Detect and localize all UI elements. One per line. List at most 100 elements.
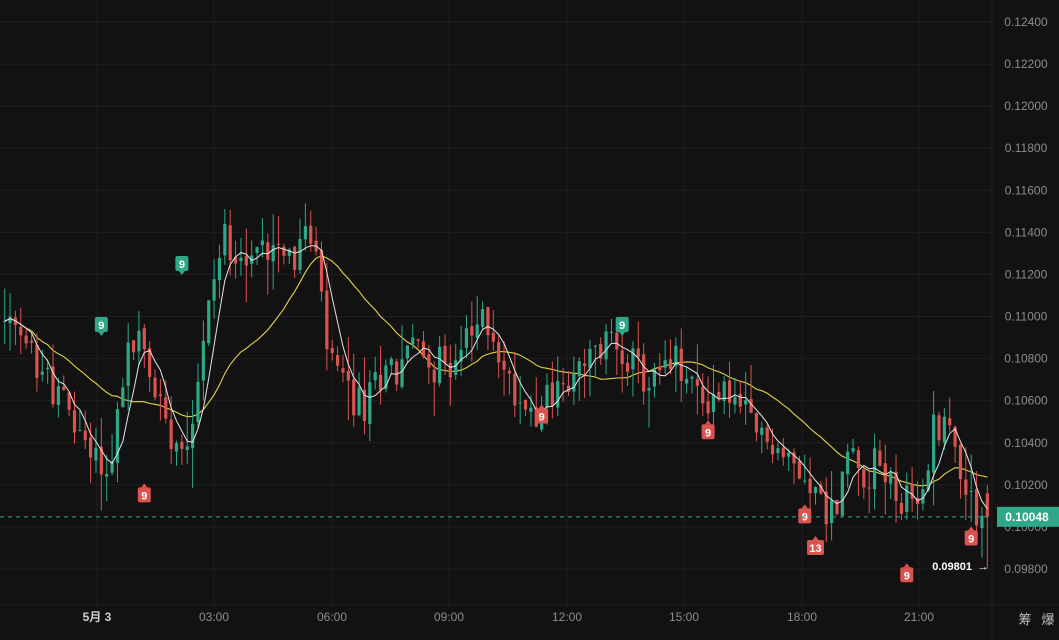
candle-body — [169, 419, 173, 450]
candle-body — [164, 397, 168, 419]
candle-body — [905, 485, 909, 512]
candle-body — [577, 361, 581, 377]
candle-body — [72, 410, 77, 433]
candle-body — [523, 399, 528, 410]
y-tick-label: 0.09800 — [1004, 562, 1048, 576]
candle-body — [797, 460, 801, 479]
candle-body — [303, 226, 307, 240]
candle-body — [276, 243, 281, 245]
candle-body — [749, 399, 753, 413]
candle-body — [502, 360, 506, 370]
low-price-label: 0.09801 — [932, 561, 972, 573]
candle-body — [443, 345, 447, 364]
candle-body — [695, 379, 699, 386]
y-tick-label: 0.12000 — [1004, 99, 1048, 113]
candle-body — [615, 332, 619, 350]
candle-body — [582, 363, 587, 367]
candle-body — [174, 443, 179, 452]
marker-label: 9 — [802, 511, 808, 523]
current-price-tag: 0.10048 — [997, 506, 1059, 527]
candle-body — [335, 355, 340, 366]
candle-body — [137, 330, 141, 352]
marker-label: 9 — [904, 570, 910, 582]
candle-body — [878, 450, 882, 466]
candle-body — [851, 448, 855, 452]
candle-body — [899, 502, 904, 514]
candle — [835, 499, 839, 516]
y-tick-label: 0.10800 — [1004, 352, 1048, 366]
candle-body — [470, 326, 474, 336]
marker-label: 9 — [968, 533, 974, 545]
candle-body — [330, 347, 334, 354]
candle-body — [738, 393, 742, 407]
candle-body — [760, 427, 764, 435]
candle-body — [78, 430, 82, 432]
candle-body — [942, 416, 946, 443]
chip-distribution-button[interactable]: 筹 — [1018, 612, 1031, 628]
candle-body — [647, 387, 651, 391]
candle-body — [223, 223, 227, 256]
candle-body — [813, 486, 818, 494]
candle-body — [217, 258, 222, 281]
candle-body — [846, 451, 850, 475]
y-tick-label: 0.11400 — [1005, 225, 1048, 239]
chart-background — [0, 0, 1059, 640]
candle — [840, 471, 844, 517]
x-tick-label: 18:00 — [787, 610, 817, 624]
candle-body — [131, 340, 136, 353]
candle-body — [609, 331, 614, 333]
candle-body — [958, 444, 963, 480]
candle-body — [185, 446, 189, 451]
candle-body — [491, 332, 495, 342]
candle-body — [389, 358, 393, 365]
candle-body — [454, 360, 458, 375]
candle-body — [105, 474, 109, 477]
candle-body — [475, 324, 479, 339]
candle-body — [744, 400, 748, 405]
candle — [207, 299, 211, 347]
candle-body — [658, 366, 662, 371]
candle-body — [298, 239, 302, 270]
candle-body — [373, 372, 377, 381]
candle-body — [448, 362, 452, 378]
candle-body — [464, 328, 469, 348]
candle-body — [518, 402, 522, 404]
candle-body — [158, 394, 163, 397]
candle-body — [357, 387, 361, 416]
candle-body — [636, 348, 640, 358]
candle-body — [685, 378, 689, 384]
candle-body — [395, 361, 399, 385]
candle-body — [545, 384, 549, 408]
candle-body — [24, 335, 28, 344]
candle-body — [867, 487, 871, 489]
candle-body — [126, 342, 130, 387]
candle-body — [787, 452, 791, 457]
candle-body — [937, 415, 941, 441]
candle-body — [341, 368, 345, 373]
liquidation-button[interactable]: 爆 — [1041, 613, 1054, 628]
candle-body — [244, 255, 248, 266]
candle-body — [706, 401, 710, 414]
candle-body — [56, 386, 60, 405]
candle-body — [690, 376, 694, 379]
candle-body — [835, 499, 839, 514]
candle-body — [201, 340, 205, 381]
candle-body — [438, 346, 442, 384]
candle-body — [19, 326, 23, 336]
candle-body — [196, 381, 200, 423]
candle-body — [207, 300, 211, 344]
candle-body — [352, 379, 356, 416]
candle-body — [631, 348, 635, 370]
y-tick-label: 0.11200 — [1005, 267, 1048, 281]
marker-label: 9 — [539, 411, 545, 423]
candle-body — [588, 348, 592, 368]
candle-body — [642, 354, 646, 392]
price-chart[interactable]: 9 9 9 9 9 9 9 13 9 9 0.12400 0.12200 0.12000 0.11800… — [0, 0, 1059, 640]
candle-body — [46, 367, 50, 370]
candle-body — [405, 345, 410, 359]
candle-body — [400, 359, 404, 387]
x-tick-label: 03:00 — [199, 610, 229, 624]
candle-body — [625, 362, 630, 372]
x-tick-label: 09:00 — [434, 610, 464, 624]
candle-body — [781, 447, 785, 458]
